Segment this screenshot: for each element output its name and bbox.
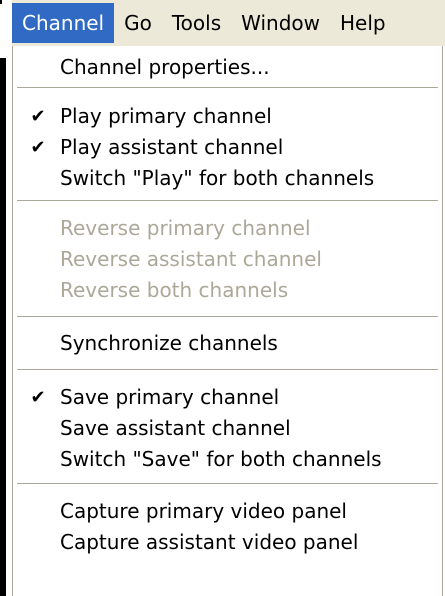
menu-item-label: Capture assistant video panel [60,530,359,554]
menu-item-play-assistant[interactable]: ✔ Play assistant channel [13,132,442,163]
menu-item-channel-properties[interactable]: Channel properties... [13,52,442,83]
menu-item-label: Play assistant channel [60,135,284,159]
menu-item-label: Reverse assistant channel [60,247,322,271]
menu-item-reverse-assistant: Reverse assistant channel [13,244,442,275]
menu-item-label: Play primary channel [60,104,272,128]
menu-go[interactable]: Go [114,3,162,43]
menu-item-label: Switch "Play" for both channels [60,166,375,190]
menu-item-label: Save primary channel [60,385,280,409]
menu-item-label: Capture primary video panel [60,499,347,523]
menu-item-capture-primary[interactable]: Capture primary video panel [13,496,442,527]
background-window-edge [0,0,12,596]
menu-item-label: Synchronize channels [60,331,278,355]
menu-item-label: Reverse both channels [60,278,289,302]
menu-channel[interactable]: Channel [12,3,115,43]
menu-item-switch-play[interactable]: Switch "Play" for both channels [13,163,442,194]
menu-item-label: Reverse primary channel [60,216,311,240]
menu-item-label: Switch "Save" for both channels [60,447,382,471]
menu-item-save-primary[interactable]: ✔ Save primary channel [13,382,442,413]
menu-help[interactable]: Help [330,3,396,43]
window-edge-bar [0,58,6,596]
channel-dropdown-menu: Channel properties... ✔ Play primary cha… [12,46,443,596]
checkmark-icon: ✔ [30,387,46,408]
menu-item-play-primary[interactable]: ✔ Play primary channel [13,101,442,132]
menu-item-reverse-primary: Reverse primary channel [13,213,442,244]
window-edge-mark [0,0,2,4]
menu-item-synchronize[interactable]: Synchronize channels [13,328,442,359]
menu-item-capture-assistant[interactable]: Capture assistant video panel [13,527,442,558]
menu-item-label: Save assistant channel [60,416,291,440]
menu-bar: Channel Go Tools Window Help [12,0,445,46]
checkmark-icon: ✔ [30,137,46,158]
menu-item-reverse-both: Reverse both channels [13,275,442,306]
checkmark-icon: ✔ [30,106,46,127]
menu-window[interactable]: Window [231,3,330,43]
menu-item-save-assistant[interactable]: Save assistant channel [13,413,442,444]
menu-tools[interactable]: Tools [162,3,231,43]
menu-item-label: Channel properties... [60,55,270,79]
menu-item-switch-save[interactable]: Switch "Save" for both channels [13,444,442,475]
